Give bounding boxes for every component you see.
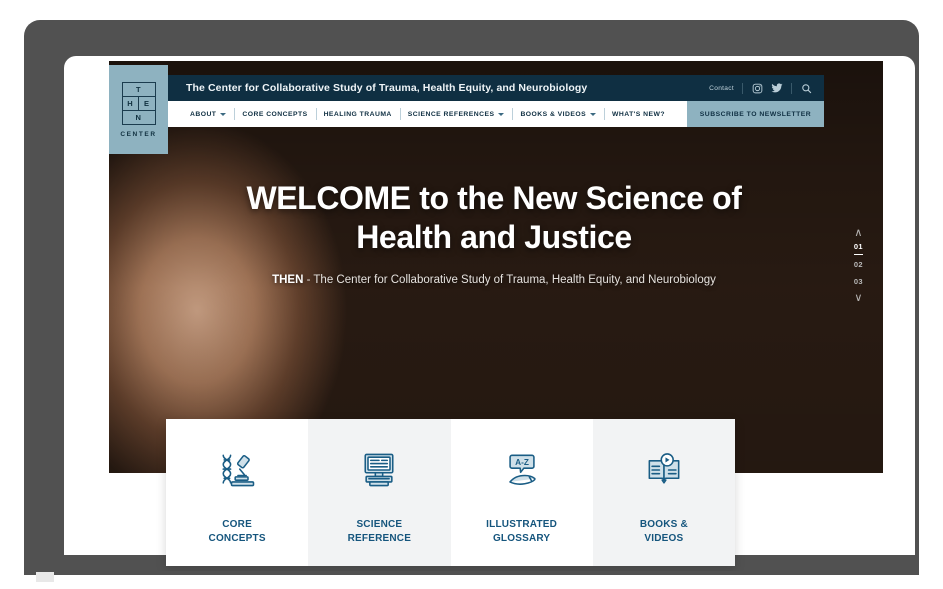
slide-indicator-02[interactable]: 02 — [854, 260, 863, 272]
nav-item-label: WHAT'S NEW? — [612, 110, 665, 118]
topbar-actions: Contact — [709, 82, 812, 94]
open-book-play-icon — [642, 444, 686, 496]
svg-text:A-Z: A-Z — [515, 457, 529, 466]
microscope-dna-icon — [215, 444, 259, 496]
logo-cell-t: T — [135, 84, 142, 94]
chevron-down-icon — [590, 112, 597, 116]
logo-cell-e: E — [138, 96, 155, 110]
nav-item-whats-new[interactable]: WHAT'S NEW? — [604, 111, 673, 118]
logo-caption: CENTER — [120, 130, 157, 138]
slide-indicator-01[interactable]: 01 — [853, 242, 863, 255]
card-label: CORE CONCEPTS — [208, 518, 266, 544]
main-navigation: ABOUT CORE CONCEPTS HEALING TRAUMA SCIEN… — [168, 101, 824, 127]
chevron-down-icon — [498, 112, 505, 116]
website-viewport: T H E N CENTER The Center for Collaborat… — [109, 61, 883, 473]
logo-row-bottom: N — [122, 109, 155, 124]
chevron-down-icon[interactable]: ∨ — [854, 293, 862, 304]
nav-item-healing-trauma[interactable]: HEALING TRAUMA — [316, 111, 400, 118]
nav-item-label: ABOUT — [190, 110, 217, 118]
chevron-down-icon — [220, 112, 227, 116]
nav-item-label: BOOKS & VIDEOS — [520, 110, 587, 118]
nav-item-science-references[interactable]: SCIENCE REFERENCES — [400, 111, 513, 118]
card-label: BOOKS & VIDEOS — [639, 518, 688, 544]
device-frame-foot — [36, 572, 54, 582]
device-frame: T H E N CENTER The Center for Collaborat… — [24, 20, 919, 575]
nav-item-label: HEALING TRAUMA — [323, 110, 392, 118]
nav-item-about[interactable]: ABOUT — [182, 111, 234, 118]
card-label: ILLUSTRATED GLOSSARY — [486, 518, 558, 544]
a-to-z-pen-icon: A-Z — [500, 444, 544, 496]
nav-items: ABOUT CORE CONCEPTS HEALING TRAUMA SCIEN… — [168, 101, 687, 127]
search-icon[interactable] — [800, 82, 812, 94]
card-science-reference[interactable]: SCIENCE REFERENCE — [308, 419, 451, 566]
slide-indicator-03[interactable]: 03 — [854, 277, 863, 289]
logo-row-middle: H E — [122, 95, 155, 110]
card-label: SCIENCE REFERENCE — [347, 518, 412, 544]
slider-pagination: ∧ 01 02 03 ∨ — [853, 228, 863, 304]
site-logo[interactable]: T H E N CENTER — [109, 65, 168, 154]
nav-item-core-concepts[interactable]: CORE CONCEPTS — [234, 111, 315, 118]
card-core-concepts[interactable]: CORE CONCEPTS — [166, 419, 309, 566]
divider — [742, 82, 743, 94]
top-utility-bar: The Center for Collaborative Study of Tr… — [168, 75, 824, 101]
nav-item-label: CORE CONCEPTS — [242, 110, 308, 118]
logo-letter-grid: T H E N — [121, 81, 156, 125]
nav-item-label: SCIENCE REFERENCES — [407, 110, 495, 118]
card-books-videos[interactable]: BOOKS & VIDEOS — [592, 419, 735, 566]
divider — [791, 82, 792, 94]
card-illustrated-glossary[interactable]: A-Z ILLUSTRATED GLOSSARY — [450, 419, 593, 566]
twitter-icon[interactable] — [771, 82, 783, 94]
hero-subtitle-strong: THEN — [272, 274, 304, 286]
computer-monitor-icon — [357, 444, 401, 496]
contact-link[interactable]: Contact — [709, 85, 734, 92]
logo-cell-h: H — [127, 98, 134, 108]
logo-cell-n: N — [135, 112, 142, 122]
nav-item-books-videos[interactable]: BOOKS & VIDEOS — [512, 111, 604, 118]
chevron-up-icon[interactable]: ∧ — [854, 228, 862, 239]
hero-subtitle: THEN - The Center for Collaborative Stud… — [239, 271, 749, 289]
device-screen: T H E N CENTER The Center for Collaborat… — [64, 56, 915, 571]
hero-text-block: WELCOME to the New Science of Health and… — [239, 179, 749, 289]
site-title: The Center for Collaborative Study of Tr… — [186, 82, 588, 94]
subscribe-to-newsletter-button[interactable]: SUBSCRIBE TO NEWSLETTER — [687, 101, 824, 127]
logo-row-top: T — [123, 83, 155, 96]
instagram-icon[interactable] — [751, 82, 763, 94]
feature-cards: CORE CONCEPTS SCIENCE REFERENCE A-Z ILLU… — [166, 419, 735, 566]
hero-subtitle-rest: - The Center for Collaborative Study of … — [303, 274, 716, 286]
hero-title: WELCOME to the New Science of Health and… — [246, 180, 742, 255]
